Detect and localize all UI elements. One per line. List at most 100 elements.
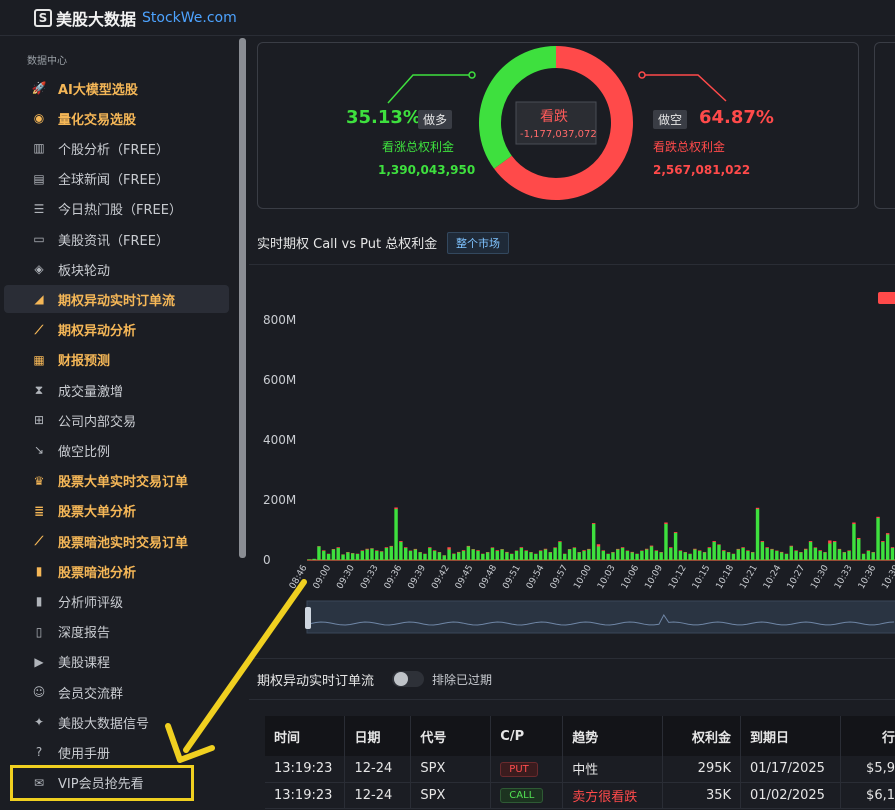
- sidebar-item-12[interactable]: ⊞ 公司内部交易: [4, 406, 229, 434]
- bar-put: [461, 550, 466, 551]
- sidebar-item-9[interactable]: ⟋ 期权异动分析: [4, 316, 229, 344]
- col-symbol[interactable]: 代号: [410, 716, 492, 756]
- x-tick-label: 09:45: [454, 564, 476, 591]
- bar-put: [432, 550, 437, 551]
- col-cp[interactable]: C/P: [490, 716, 564, 756]
- sidebar-item-13[interactable]: ↘ 做空比例: [4, 436, 229, 464]
- bar-call: [365, 549, 369, 560]
- x-tick-label: 10:06: [620, 563, 642, 591]
- y-tick-label: 400M: [263, 433, 296, 447]
- put-connector-line: [642, 74, 727, 102]
- col-time[interactable]: 时间: [265, 716, 346, 756]
- sidebar-item-7[interactable]: ◈ 板块轮动: [4, 255, 229, 283]
- col-trend[interactable]: 趋势: [562, 716, 664, 756]
- put-total-label: 看跌总权利金: [653, 140, 726, 154]
- bar-call: [625, 551, 630, 560]
- bar-call: [548, 552, 553, 560]
- col-expiry[interactable]: 到期日: [740, 716, 841, 756]
- bar-call: [866, 551, 871, 560]
- x-tick-label: 08:46: [288, 563, 310, 591]
- orders-title: 期权异动实时订单流: [257, 674, 375, 689]
- sidebar-item-label: 期权异动分析: [58, 324, 137, 340]
- sidebar-item-19[interactable]: ▯ 深度报告: [4, 618, 229, 646]
- calendar-icon: ▦: [33, 352, 45, 367]
- bar-call: [346, 552, 350, 560]
- bar-put: [804, 548, 808, 550]
- bar-call: [558, 542, 562, 560]
- sidebar-item-8[interactable]: ◢ 期权异动实时订单流: [4, 285, 229, 314]
- col-date[interactable]: 日期: [344, 716, 412, 756]
- sidebar-item-14[interactable]: ♛ 股票大单实时交易订单: [4, 467, 229, 495]
- sidebar-scrollbar[interactable]: [239, 38, 246, 558]
- bar-put: [596, 544, 601, 547]
- bar-put: [813, 547, 818, 548]
- sidebar-item-23[interactable]: ? 使用手册: [4, 738, 229, 766]
- brand-name[interactable]: 美股大数据: [56, 6, 136, 30]
- cell-symbol: SPX: [410, 756, 492, 783]
- newspaper-icon: ▤: [33, 171, 45, 186]
- market-scope-button[interactable]: 整个市场: [447, 232, 509, 254]
- question-icon: ?: [35, 745, 43, 760]
- bar-call: [731, 554, 736, 560]
- bar-call: [432, 551, 437, 560]
- bar-call: [317, 546, 321, 560]
- put-connector-dot: [638, 71, 646, 79]
- x-tick-label: 10:21: [738, 564, 760, 591]
- bar-put: [524, 550, 528, 551]
- brand-domain[interactable]: StockWe.com: [142, 10, 237, 26]
- sidebar-item-18[interactable]: ▮ 分析师评级: [4, 587, 229, 615]
- sidebar-item-2[interactable]: ◉ 量化交易选股: [4, 104, 229, 132]
- bar-call: [500, 549, 504, 560]
- bar-call: [447, 549, 451, 560]
- bar-call: [418, 552, 422, 560]
- bar-call: [861, 554, 866, 560]
- sidebar-item-4[interactable]: ▤ 全球新闻（FREE）: [4, 165, 229, 193]
- bar-call: [384, 548, 389, 560]
- table-row[interactable]: 13:19:23 12-24 SPX PUT 中性 295K 01/17/2025 $5,9: [265, 756, 895, 783]
- bar-put: [495, 550, 499, 551]
- youtube-icon: ▶: [34, 654, 44, 669]
- bar-put: [673, 532, 678, 533]
- bar-call: [823, 552, 827, 560]
- sidebar-item-17[interactable]: ▮ 股票暗池分析: [4, 557, 229, 585]
- bar-call: [784, 554, 789, 560]
- x-tick-label: 09:36: [383, 563, 405, 591]
- sidebar-item-5[interactable]: ☰ 今日热门股（FREE）: [4, 195, 229, 223]
- cell-strike: $6,1: [840, 782, 895, 809]
- table-row[interactable]: 13:19:23 12-24 SPX CALL 卖方很看跌 35K 01/02/2025 $6…: [265, 782, 895, 809]
- sidebar-item-11[interactable]: ⧗ 成交量激增: [4, 376, 229, 404]
- cell-premium: 35K: [662, 782, 742, 809]
- sidebar-item-label: 分析师评级: [58, 595, 124, 611]
- bar-call: [693, 549, 697, 560]
- bar-put: [582, 550, 586, 551]
- sidebar-item-20[interactable]: ▶ 美股课程: [4, 648, 229, 676]
- bar-call: [620, 548, 625, 560]
- bar-call: [490, 548, 495, 560]
- put-percentage: 64.87%: [699, 107, 774, 128]
- sidebar-item-21[interactable]: ☺ 会员交流群: [4, 678, 229, 706]
- cell-premium: 295K: [662, 756, 742, 783]
- sidebar-item-22[interactable]: ✦ 美股大数据信号: [4, 708, 229, 736]
- col-strike[interactable]: 行: [840, 716, 895, 756]
- sidebar-item-3[interactable]: ▥ 个股分析（FREE）: [4, 134, 229, 162]
- sidebar-item-16[interactable]: ⟋ 股票暗池实时交易订单: [4, 527, 229, 555]
- sidebar-item-10[interactable]: ▦ 财报预测: [4, 346, 229, 374]
- sidebar-item-15[interactable]: ≣ 股票大单分析: [4, 497, 229, 525]
- col-premium[interactable]: 权利金: [662, 716, 742, 756]
- table-header-row: 时间 日期 代号 C/P 趋势 权利金 到期日 行: [265, 716, 895, 756]
- bar-call: [529, 552, 533, 560]
- bar-put: [828, 540, 832, 544]
- bar-call: [837, 549, 842, 560]
- logo-icon[interactable]: S: [34, 8, 52, 27]
- bar-put: [707, 547, 712, 548]
- toggle-knob[interactable]: [394, 672, 408, 686]
- bar-call: [751, 552, 755, 560]
- bar-put: [466, 545, 471, 547]
- bar-call: [355, 554, 360, 560]
- divider: [249, 699, 895, 700]
- sidebar-item-6[interactable]: ▭ 美股资讯（FREE）: [4, 225, 229, 253]
- call-connector-dot: [468, 71, 476, 79]
- sidebar-item-1[interactable]: 🚀 AI大模型选股: [4, 74, 229, 102]
- legend-swatch-put: [878, 292, 895, 304]
- cp-badge: PUT: [500, 761, 538, 777]
